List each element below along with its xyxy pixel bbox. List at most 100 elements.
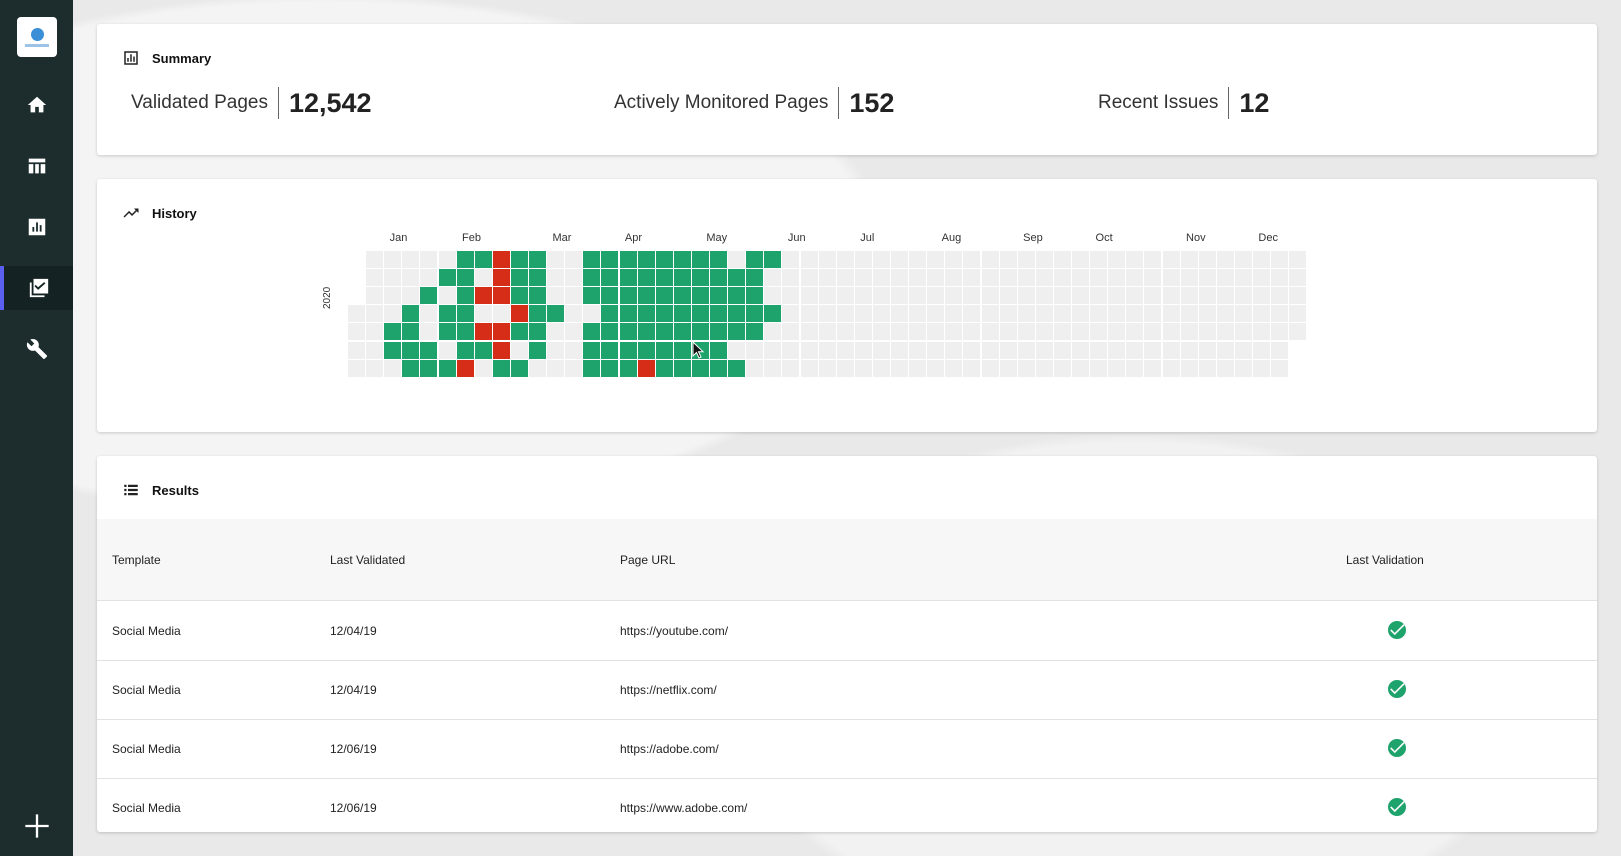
heatmap-day-cell[interactable]	[945, 269, 963, 287]
heatmap-day-cell[interactable]	[384, 341, 402, 359]
heatmap-day-cell[interactable]	[366, 323, 384, 341]
heatmap-day-cell[interactable]	[420, 251, 438, 268]
heatmap-day-cell[interactable]	[1289, 323, 1307, 341]
heatmap-day-cell[interactable]	[1216, 251, 1234, 268]
heatmap-day-cell[interactable]	[1271, 323, 1289, 341]
heatmap-day-cell[interactable]	[420, 359, 438, 377]
heatmap-day-cell[interactable]	[456, 323, 474, 341]
heatmap-day-cell[interactable]	[909, 251, 927, 268]
heatmap-day-cell[interactable]	[1180, 269, 1198, 287]
heatmap-day-cell[interactable]	[782, 287, 800, 305]
heatmap-day-cell[interactable]	[1072, 269, 1089, 287]
heatmap-day-cell[interactable]	[1035, 287, 1053, 305]
heatmap-day-cell[interactable]	[1162, 251, 1180, 268]
heatmap-day-cell[interactable]	[529, 251, 546, 268]
heatmap-day-cell[interactable]	[492, 359, 510, 377]
column-last-validation[interactable]: Last Validation	[1346, 553, 1424, 567]
heatmap-day-cell[interactable]	[510, 251, 528, 268]
heatmap-day-cell[interactable]	[818, 305, 836, 323]
heatmap-day-cell[interactable]	[1198, 359, 1216, 377]
heatmap-day-cell[interactable]	[836, 287, 854, 305]
heatmap-day-cell[interactable]	[366, 251, 384, 268]
heatmap-day-cell[interactable]	[854, 251, 872, 268]
heatmap-day-cell[interactable]	[710, 287, 727, 305]
heatmap-day-cell[interactable]	[764, 269, 782, 287]
heatmap-day-cell[interactable]	[981, 359, 999, 377]
heatmap-day-cell[interactable]	[1108, 341, 1126, 359]
heatmap-day-cell[interactable]	[1216, 305, 1234, 323]
heatmap-day-cell[interactable]	[927, 305, 945, 323]
heatmap-day-cell[interactable]	[746, 251, 764, 268]
heatmap-day-cell[interactable]	[456, 341, 474, 359]
heatmap-day-cell[interactable]	[619, 341, 637, 359]
heatmap-day-cell[interactable]	[619, 359, 637, 377]
heatmap-day-cell[interactable]	[909, 305, 927, 323]
heatmap-day-cell[interactable]	[456, 251, 474, 268]
heatmap-day-cell[interactable]	[492, 287, 510, 305]
heatmap-day-cell[interactable]	[1234, 269, 1252, 287]
heatmap-day-cell[interactable]	[963, 341, 981, 359]
heatmap-day-cell[interactable]	[366, 359, 384, 377]
heatmap-day-cell[interactable]	[927, 323, 945, 341]
heatmap-day-cell[interactable]	[601, 359, 619, 377]
heatmap-day-cell[interactable]	[510, 359, 528, 377]
heatmap-day-cell[interactable]	[529, 305, 546, 323]
heatmap-day-cell[interactable]	[1090, 323, 1108, 341]
heatmap-day-cell[interactable]	[583, 269, 601, 287]
heatmap-day-cell[interactable]	[1090, 251, 1108, 268]
heatmap-day-cell[interactable]	[402, 323, 420, 341]
heatmap-day-cell[interactable]	[1253, 251, 1270, 268]
heatmap-day-cell[interactable]	[728, 287, 746, 305]
heatmap-day-cell[interactable]	[981, 251, 999, 268]
heatmap-day-cell[interactable]	[547, 251, 565, 268]
heatmap-day-cell[interactable]	[1017, 341, 1035, 359]
heatmap-day-cell[interactable]	[438, 341, 456, 359]
heatmap-day-cell[interactable]	[710, 305, 727, 323]
cell-page-url[interactable]: https://netflix.com/	[620, 683, 717, 697]
heatmap-day-cell[interactable]	[710, 359, 727, 377]
heatmap-day-cell[interactable]	[583, 305, 601, 323]
heatmap-day-cell[interactable]	[619, 305, 637, 323]
heatmap-day-cell[interactable]	[764, 305, 782, 323]
heatmap-day-cell[interactable]	[655, 287, 673, 305]
heatmap-day-cell[interactable]	[438, 287, 456, 305]
heatmap-day-cell[interactable]	[619, 323, 637, 341]
heatmap-day-cell[interactable]	[728, 341, 746, 359]
heatmap-day-cell[interactable]	[1198, 323, 1216, 341]
heatmap-day-cell[interactable]	[492, 341, 510, 359]
heatmap-day-cell[interactable]	[1072, 323, 1089, 341]
heatmap-day-cell[interactable]	[800, 305, 818, 323]
heatmap-day-cell[interactable]	[945, 341, 963, 359]
heatmap-day-cell[interactable]	[547, 323, 565, 341]
heatmap-day-cell[interactable]	[420, 287, 438, 305]
heatmap-day-cell[interactable]	[927, 251, 945, 268]
heatmap-day-cell[interactable]	[818, 251, 836, 268]
heatmap-day-cell[interactable]	[782, 341, 800, 359]
heatmap-day-cell[interactable]	[655, 269, 673, 287]
heatmap-day-cell[interactable]	[1216, 287, 1234, 305]
heatmap-day-cell[interactable]	[456, 305, 474, 323]
heatmap-day-cell[interactable]	[601, 269, 619, 287]
sidebar-item-table[interactable]	[0, 144, 73, 188]
heatmap-day-cell[interactable]	[637, 287, 655, 305]
heatmap-day-cell[interactable]	[818, 341, 836, 359]
heatmap-day-cell[interactable]	[836, 359, 854, 377]
heatmap-day-cell[interactable]	[565, 251, 583, 268]
heatmap-day-cell[interactable]	[691, 251, 709, 268]
heatmap-day-cell[interactable]	[1198, 341, 1216, 359]
heatmap-day-cell[interactable]	[1234, 323, 1252, 341]
heatmap-day-cell[interactable]	[1253, 323, 1270, 341]
heatmap-day-cell[interactable]	[836, 269, 854, 287]
heatmap-day-cell[interactable]	[981, 323, 999, 341]
heatmap-day-cell[interactable]	[402, 305, 420, 323]
heatmap-day-cell[interactable]	[818, 287, 836, 305]
heatmap-day-cell[interactable]	[655, 251, 673, 268]
heatmap-day-cell[interactable]	[945, 323, 963, 341]
heatmap-day-cell[interactable]	[1053, 269, 1071, 287]
heatmap-day-cell[interactable]	[529, 323, 546, 341]
heatmap-day-cell[interactable]	[673, 251, 691, 268]
heatmap-day-cell[interactable]	[510, 287, 528, 305]
heatmap-day-cell[interactable]	[927, 359, 945, 377]
heatmap-day-cell[interactable]	[1144, 341, 1162, 359]
heatmap-day-cell[interactable]	[764, 251, 782, 268]
